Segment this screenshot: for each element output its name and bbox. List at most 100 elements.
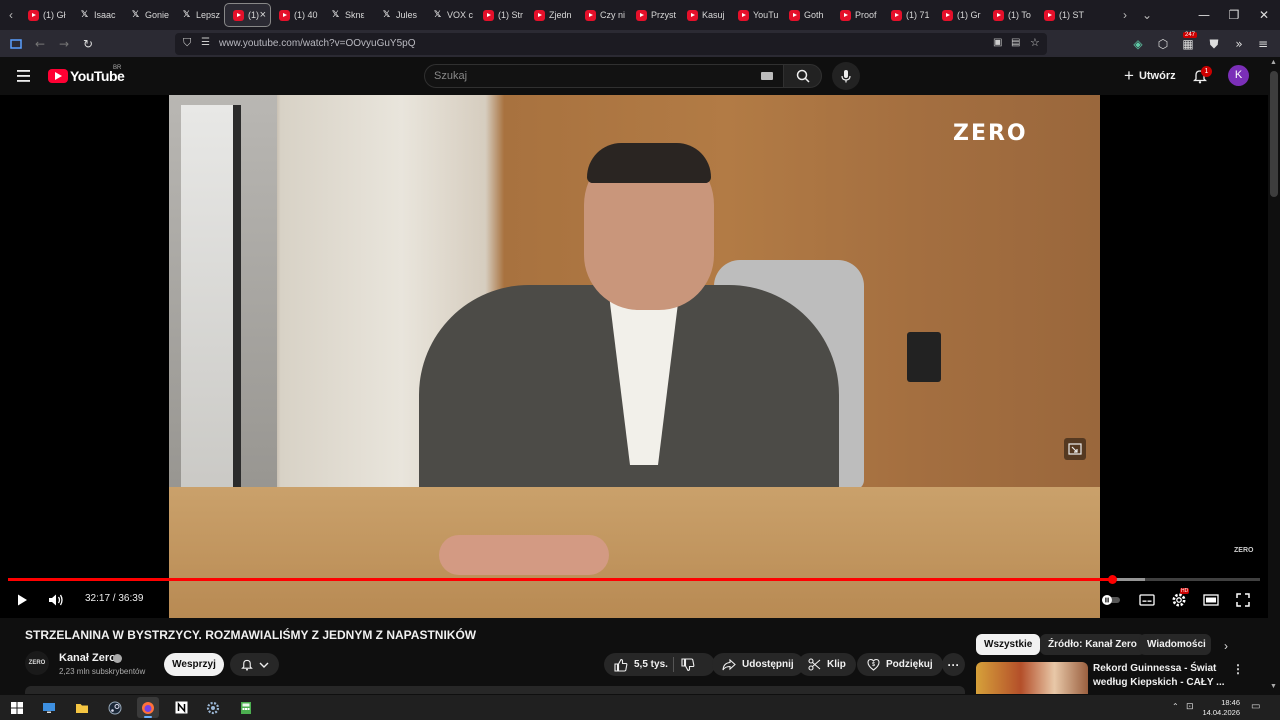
miniplayer-icon[interactable] [1064, 438, 1086, 460]
chip-source-channel[interactable]: Źródło: Kanał Zero [1040, 634, 1145, 655]
youtube-logo-icon[interactable] [48, 69, 68, 83]
browser-tab[interactable]: (1) ST [1036, 3, 1087, 27]
browser-tab[interactable]: Goth [781, 3, 832, 27]
channel-name[interactable]: Kanał Zero [59, 652, 116, 664]
browser-tab[interactable]: 𝕏 Isaac [71, 3, 122, 27]
tab-scroll-left-icon[interactable]: ‹ [0, 0, 22, 30]
thanks-button[interactable]: $ Podziękuj [857, 653, 943, 676]
pip-toggle-icon[interactable]: ▣ [993, 37, 1002, 48]
recommended-video-title[interactable]: Rekord Guinnessa - Świat [1093, 663, 1216, 674]
close-window-icon[interactable]: ✕ [1248, 0, 1280, 30]
description-box[interactable] [25, 686, 965, 694]
browser-tab[interactable]: Przyst [628, 3, 679, 27]
tray-clock[interactable]: 18:46 14.04.2026 [1200, 698, 1240, 718]
search-button[interactable] [783, 64, 822, 88]
video-frame[interactable]: ZERO [169, 95, 1100, 618]
support-button[interactable]: Wesprzyj [164, 653, 224, 676]
restore-icon[interactable]: ❐ [1218, 0, 1250, 30]
notification-center-icon[interactable]: ▭ [1251, 701, 1260, 712]
keyboard-icon[interactable] [761, 72, 773, 80]
vpn-extension-icon[interactable]: ◈ [1128, 34, 1148, 54]
page-scrollbar[interactable]: ▲ ▼ [1268, 57, 1280, 695]
privacy-badger-icon[interactable]: ⛊ [1204, 34, 1224, 54]
url-bar[interactable]: ⛉ ☰ www.youtube.com/watch?v=OOvyuGuY5pQ … [175, 33, 1047, 55]
browser-tab[interactable]: (1) To [985, 3, 1036, 27]
browser-tab[interactable]: (1) 71 [883, 3, 934, 27]
browser-tab[interactable]: (1) 40 [271, 3, 322, 27]
tray-overflow-chevron-icon[interactable]: ⌃ [1172, 702, 1179, 711]
youtube-icon [233, 9, 244, 21]
browser-tab[interactable]: YouTu [730, 3, 781, 27]
account-avatar[interactable]: K [1228, 65, 1249, 86]
browser-tab[interactable]: 𝕏 Gonie [122, 3, 173, 27]
recommended-video-menu-icon[interactable]: ⋮ [1232, 662, 1244, 680]
browser-tab[interactable]: Zjedn [526, 3, 577, 27]
chip-news[interactable]: Wiadomości [1139, 634, 1211, 655]
back-icon[interactable]: ← [30, 34, 50, 54]
network-icon[interactable]: ⊡ [1186, 701, 1194, 712]
scroll-down-arrow-icon[interactable]: ▼ [1270, 683, 1277, 690]
notion-icon[interactable] [170, 697, 192, 718]
browser-tab[interactable]: Czy ni [577, 3, 628, 27]
extensions-puzzle-icon[interactable]: ⬡ [1153, 34, 1173, 54]
share-button[interactable]: Udostępnij [712, 653, 804, 676]
shield-icon[interactable]: ⛉ [183, 37, 191, 50]
subtitles-button[interactable] [1136, 589, 1158, 611]
app-menu-icon[interactable]: ≡ [1253, 34, 1273, 54]
settings-app-icon[interactable] [202, 697, 224, 718]
recommended-video-title-line2[interactable]: według Kiepskich - CAŁY ... [1093, 677, 1225, 688]
more-actions-button[interactable]: ··· [942, 653, 965, 676]
recommended-video-thumbnail[interactable] [976, 662, 1088, 694]
guide-menu-icon[interactable] [16, 67, 32, 85]
search-input[interactable] [424, 64, 784, 88]
browser-tab[interactable]: (1) × [224, 3, 271, 27]
create-button[interactable]: + Utwórz [1116, 64, 1184, 88]
browser-tab[interactable]: (1) Str [475, 3, 526, 27]
sidebar-toggle-icon[interactable] [6, 34, 26, 54]
fullscreen-button[interactable] [1232, 589, 1254, 611]
browser-tab[interactable]: 𝕏 Sknε [322, 3, 373, 27]
like-button[interactable]: 5,5 tys. [604, 653, 715, 676]
tab-scroll-right-icon[interactable]: › [1114, 0, 1136, 30]
forward-icon[interactable]: → [54, 34, 74, 54]
browser-tab[interactable]: (1) Gł [20, 3, 71, 27]
theater-mode-button[interactable] [1200, 589, 1222, 611]
overflow-chevrons-icon[interactable]: » [1229, 34, 1249, 54]
subscription-notifications-button[interactable] [230, 653, 279, 676]
progress-bar[interactable] [8, 575, 1260, 584]
dislike-button[interactable] [681, 657, 695, 672]
page-info-icon[interactable]: ☰ [201, 37, 210, 48]
browser-tab[interactable]: Proof [832, 3, 883, 27]
remote-desktop-icon[interactable] [38, 697, 60, 718]
browser-tab[interactable]: (1) Gr [934, 3, 985, 27]
close-tab-icon[interactable]: × [260, 9, 266, 21]
reader-view-icon[interactable]: ▤ [1011, 37, 1020, 48]
mute-button[interactable] [45, 589, 67, 611]
progress-scrubber[interactable] [1108, 575, 1118, 584]
browser-tab[interactable]: 𝕏 Lepsz [173, 3, 224, 27]
scrollbar-thumb[interactable] [1270, 71, 1278, 197]
calculator-icon[interactable] [235, 697, 257, 718]
voice-search-button[interactable] [832, 62, 860, 90]
channel-avatar[interactable]: ZERO [25, 651, 49, 675]
scroll-up-arrow-icon[interactable]: ▲ [1270, 59, 1277, 66]
browser-tab[interactable]: Kasuj [679, 3, 730, 27]
bookmark-star-icon[interactable]: ☆ [1030, 36, 1040, 49]
tab-list-chevron-icon[interactable]: ⌄ [1136, 0, 1158, 30]
autoplay-toggle[interactable] [1100, 589, 1122, 611]
browser-tab[interactable]: 𝕏 Jules [373, 3, 424, 27]
video-player[interactable]: ZERO ZERO 32:17 / 36:39 HD [0, 95, 1268, 618]
chevron-right-icon[interactable]: › [1218, 638, 1234, 654]
steam-icon[interactable] [104, 697, 126, 718]
file-explorer-icon[interactable] [71, 697, 93, 718]
clip-button[interactable]: Klip [798, 653, 856, 676]
settings-button[interactable]: HD [1168, 588, 1190, 611]
url-text[interactable]: www.youtube.com/watch?v=OOvyuGuY5pQ [219, 38, 415, 49]
firefox-icon[interactable] [137, 697, 159, 718]
browser-tab[interactable]: 𝕏 VOX c [424, 3, 475, 27]
reload-icon[interactable]: ↻ [78, 34, 98, 54]
windows-start-icon[interactable] [6, 697, 28, 718]
chip-all[interactable]: Wszystkie [976, 634, 1041, 655]
minimize-icon[interactable]: — [1188, 0, 1220, 30]
play-button[interactable] [12, 589, 32, 611]
